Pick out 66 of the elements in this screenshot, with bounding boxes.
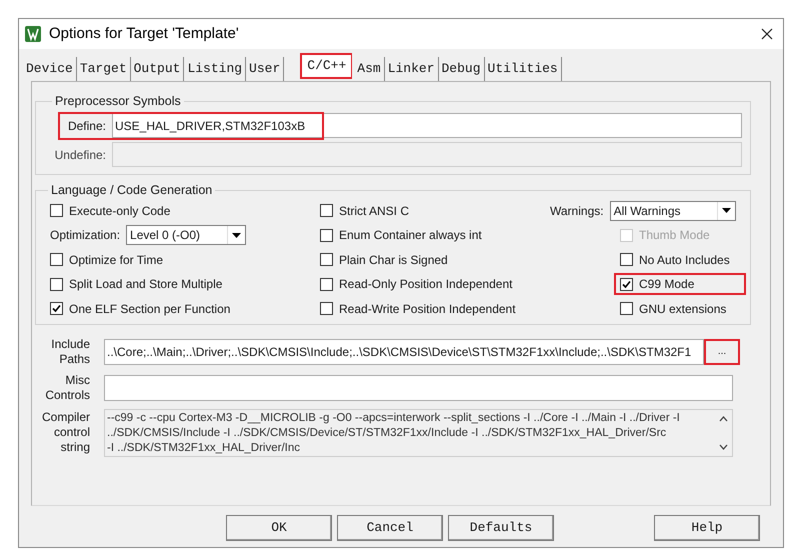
checkbox-label: Split Load and Store Multiple [69,276,222,293]
checkbox-label: No Auto Includes [639,252,730,268]
checkbox[interactable] [620,278,633,290]
caret-icon [232,232,242,238]
select-label: Optimization: [50,227,120,244]
caret-icon [722,208,731,213]
input-field[interactable]: USE_HAL_DRIVER,STM32F103xB [112,113,742,138]
tab[interactable]: Asm [354,57,385,81]
checkbox[interactable] [320,302,333,315]
checkbox[interactable] [320,278,333,290]
dialog-button[interactable]: OK [226,515,332,541]
close-icon[interactable] [761,28,773,40]
tab[interactable]: Utilities [484,57,562,81]
checkbox[interactable] [50,204,63,217]
input-field[interactable] [104,374,733,400]
group-title: Preprocessor Symbols [54,93,182,110]
checkbox[interactable] [320,228,333,242]
checkbox[interactable] [620,253,633,266]
checkbox-label: Optimize for Time [69,252,164,268]
app-icon [25,26,41,42]
dialog-button[interactable]: Defaults [448,515,554,541]
field-label: Misc Controls [44,372,90,402]
checkbox-label: Plain Char is Signed [339,252,448,268]
scroll-up-icon[interactable] [718,416,728,422]
checkbox[interactable] [50,278,63,290]
checkbox-label: Read-Only Position Independent [339,276,512,293]
code-line: -I ../SDK/STM32F1xx_HAL_Driver/Inc [107,440,300,456]
tab[interactable]: Linker [384,57,438,81]
checkbox-label: Enum Container always int [339,227,482,244]
group-title: Language / Code Generation [50,182,214,199]
tab[interactable]: Debug [438,57,485,81]
checkbox-label: Strict ANSI C [339,202,410,220]
checkbox[interactable] [320,253,333,266]
checkbox[interactable] [320,204,333,217]
field-label: Define: [66,118,106,135]
checkbox-label: C99 Mode [639,276,694,293]
checkbox[interactable] [620,302,633,315]
check-icon [622,280,631,288]
dropdown[interactable]: Level 0 (-O0) [126,225,246,245]
select-label: Warnings: [550,202,604,220]
code-line: ../SDK/CMSIS/Include -I ../SDK/CMSIS/Device/ST/STM32F1xx/Include -I ../SDK/STM32F1xx_HAL_Driver/Src [107,426,666,440]
scroll-down-icon[interactable] [718,444,728,450]
window-title: Options for Target 'Template' [49,24,239,44]
checkbox-label: Execute-only Code [69,202,170,220]
tab[interactable]: Output [130,57,184,81]
tab[interactable]: Device [23,57,77,81]
field-label: Compiler control string [40,410,90,455]
browse-button[interactable]: ... [704,338,740,364]
field-label: Include Paths [50,336,90,366]
dialog-button[interactable]: Cancel [337,515,443,541]
checkbox-label: Read-Write Position Independent [339,300,516,318]
dropdown[interactable]: All Warnings [610,200,736,220]
dialog-button[interactable]: Help [654,515,760,541]
input-field[interactable]: ..\Core;..\Main;..\Driver;..\SDK\CMSIS\Include;..\SDK\CMSIS\Device\ST\STM32F1xx\Include;..\SDK\STM32F1 [104,338,704,364]
checkbox[interactable] [50,302,63,315]
tab[interactable]: Target [76,57,131,81]
checkbox[interactable] [50,253,63,266]
field-label: Undefine: [54,146,106,164]
checkbox-label: One ELF Section per Function [69,300,230,318]
tab[interactable]: C/C++ [300,53,352,79]
code-line: --c99 -c --cpu Cortex-M3 -D__MICROLIB -g -O0 --apcs=interwork --split_sections -I ../Core -I ../Main -I ../Driver -I [107,410,680,426]
checkbox-label: Thumb Mode [639,227,710,244]
checkbox-label: GNU extensions [639,300,726,318]
check-icon [52,304,61,313]
tab[interactable]: Listing [184,57,246,81]
tab[interactable]: User [246,57,284,81]
